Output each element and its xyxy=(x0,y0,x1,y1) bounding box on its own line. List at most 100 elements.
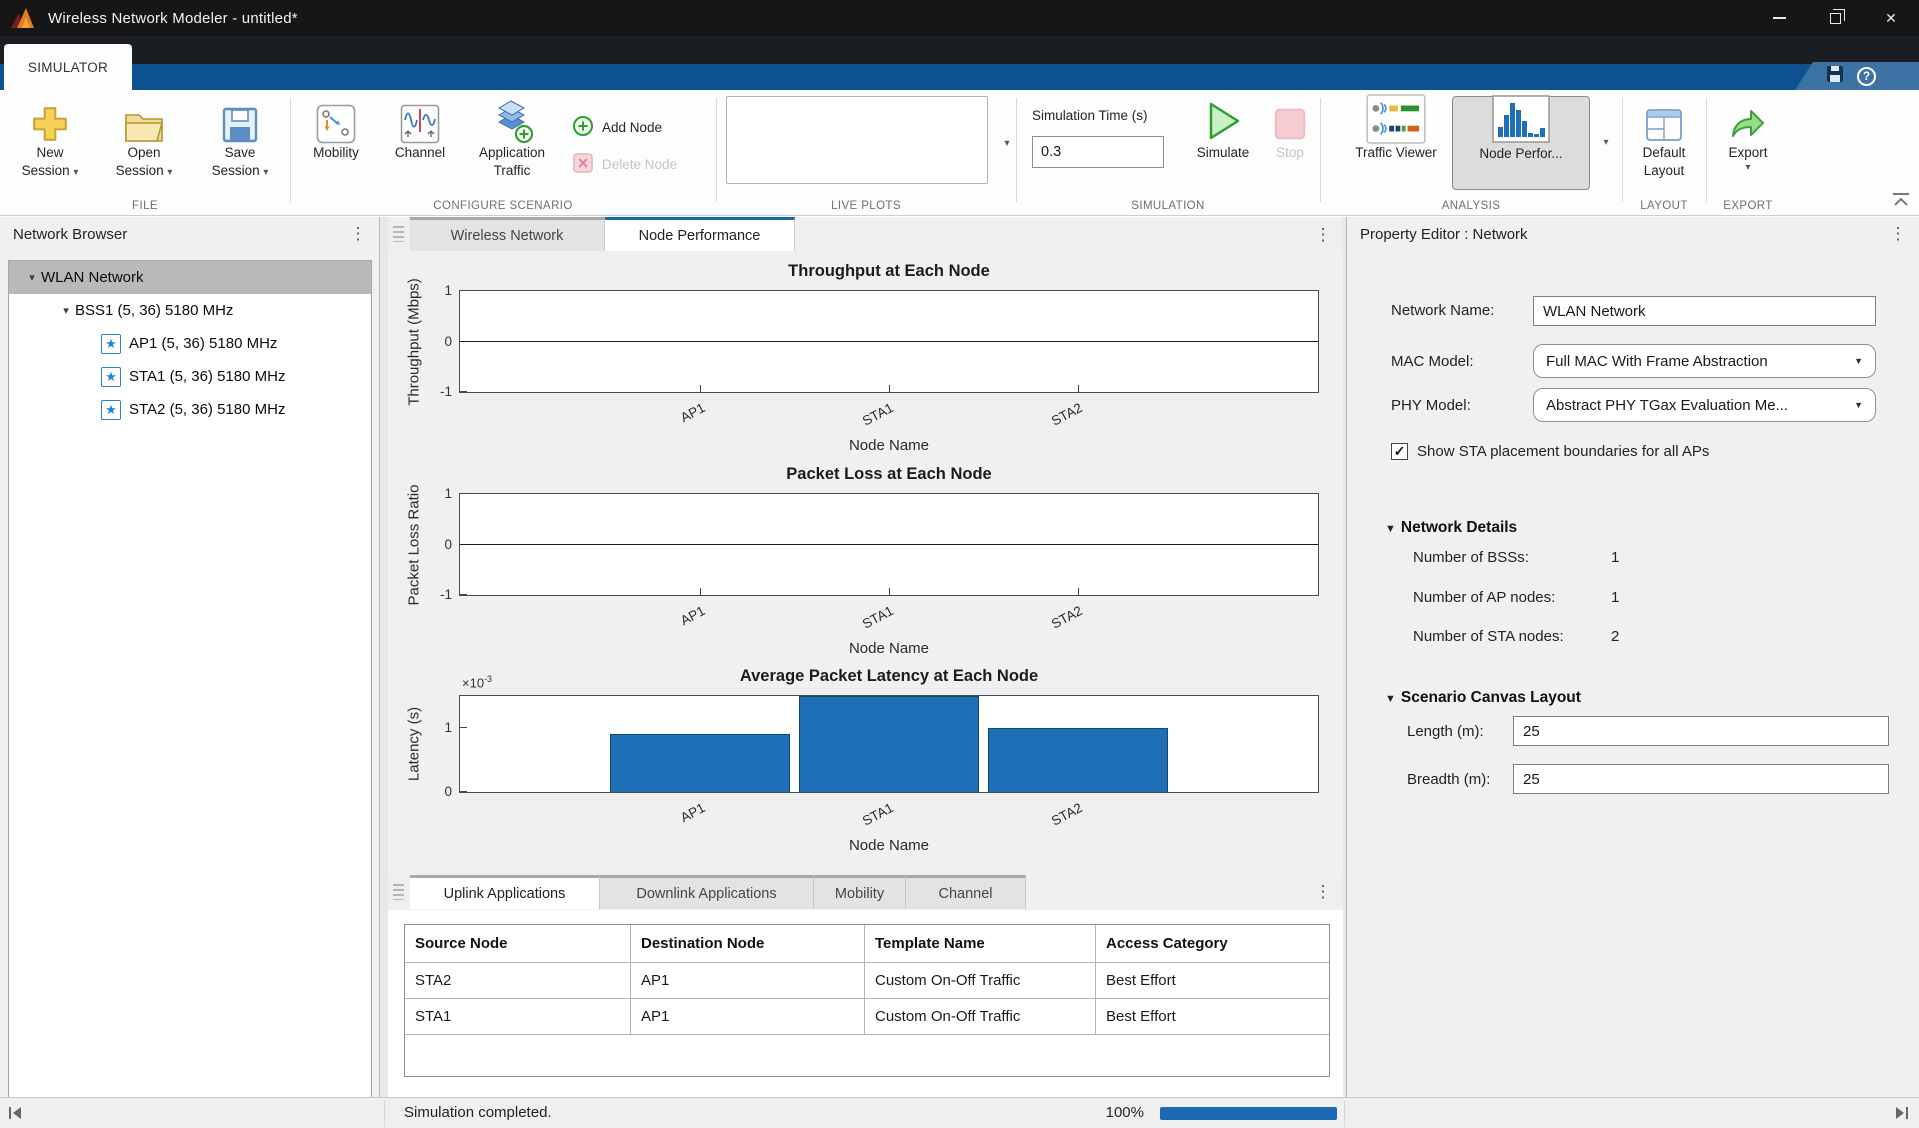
restore-button[interactable] xyxy=(1807,0,1863,36)
quick-access-toolbar: ? xyxy=(1795,62,1919,90)
property-editor-menu-icon[interactable]: ⋮ xyxy=(1889,224,1907,244)
x-tick-mark xyxy=(889,385,890,392)
new-session-icon xyxy=(30,96,70,144)
mobility-icon xyxy=(316,96,356,144)
network-name-label: Network Name: xyxy=(1391,302,1494,319)
chevron-down-icon: ▾ xyxy=(1745,162,1750,173)
simulate-button[interactable]: Simulate xyxy=(1188,96,1258,162)
mac-model-dropdown[interactable]: Full MAC With Frame Abstraction▼ xyxy=(1533,344,1876,378)
save-session-button[interactable]: Save Session ▾ xyxy=(198,96,282,182)
default-layout-button[interactable]: Default Layout xyxy=(1626,96,1702,180)
help-icon[interactable]: ? xyxy=(1857,67,1876,86)
bar-sta1[interactable] xyxy=(799,696,979,792)
length-input[interactable]: 25 xyxy=(1513,716,1889,746)
collapse-right-panel-icon[interactable] xyxy=(1893,1104,1911,1127)
tab-uplink-applications[interactable]: Uplink Applications xyxy=(410,875,600,909)
tree-item[interactable]: ▾BSS1 (5, 36) 5180 MHz xyxy=(9,294,371,327)
network-name-input[interactable]: WLAN Network xyxy=(1533,296,1876,326)
minimize-button[interactable] xyxy=(1751,0,1807,36)
application-traffic-icon xyxy=(489,96,535,144)
table-header-cell[interactable]: Access Category xyxy=(1096,925,1329,962)
tree-expander-icon[interactable]: ▾ xyxy=(57,304,75,317)
network-details-section-header[interactable]: ▼Network Details xyxy=(1385,519,1517,537)
delete-node-button[interactable]: Delete Node xyxy=(572,152,677,177)
chevron-down-icon: ▼ xyxy=(1854,400,1863,410)
show-sta-boundaries-checkbox[interactable]: ✓ xyxy=(1391,443,1408,460)
scenario-canvas-layout-section-header[interactable]: ▼Scenario Canvas Layout xyxy=(1385,689,1581,707)
tab-wireless-network[interactable]: Wireless Network xyxy=(410,217,605,251)
tab-channel[interactable]: Channel xyxy=(906,875,1026,909)
tab-mobility[interactable]: Mobility xyxy=(814,875,906,909)
export-button[interactable]: Export ▾ xyxy=(1710,96,1786,173)
x-tick-label: STA1 xyxy=(860,800,896,829)
table-header-cell[interactable]: Destination Node xyxy=(631,925,865,962)
mobility-button[interactable]: Mobility xyxy=(298,96,374,162)
ribbon-section-export: Export ▾ EXPORT xyxy=(1706,90,1790,216)
x-tick-label: STA2 xyxy=(1049,603,1085,632)
phy-model-dropdown[interactable]: Abstract PHY TGax Evaluation Me...▼ xyxy=(1533,388,1876,422)
network-details-value: 1 xyxy=(1611,589,1619,606)
live-plots-combobox[interactable] xyxy=(726,96,988,184)
node-performance-charts: Throughput at Each NodeThroughput (Mbps)… xyxy=(388,251,1343,875)
collapse-ribbon-button[interactable] xyxy=(1891,191,1911,209)
analysis-gallery-dropdown[interactable]: ▾ xyxy=(1594,96,1618,188)
delete-node-icon xyxy=(572,152,594,177)
minimize-icon xyxy=(1773,17,1786,19)
channel-button[interactable]: Channel xyxy=(382,96,458,162)
tree-item[interactable]: ★AP1 (5, 36) 5180 MHz xyxy=(9,327,371,360)
new-session-button[interactable]: New Session ▾ xyxy=(8,96,92,182)
chevron-down-icon: ▾ xyxy=(1603,137,1608,148)
drag-grip-icon[interactable] xyxy=(393,226,404,242)
bar-ap1[interactable] xyxy=(610,734,790,792)
wireless-network-modeler-window: Wireless Network Modeler - untitled* ✕ S… xyxy=(0,0,1919,1128)
property-editor-panel: Property Editor : Network ⋮ Network Name… xyxy=(1346,217,1919,1097)
open-session-button[interactable]: Open Session ▾ xyxy=(102,96,186,182)
mac-model-label: MAC Model: xyxy=(1391,353,1474,370)
bar-sta2[interactable] xyxy=(988,728,1168,792)
open-session-icon xyxy=(123,96,165,144)
table-header-cell[interactable]: Source Node xyxy=(405,925,631,962)
tab-node-performance[interactable]: Node Performance xyxy=(605,217,795,251)
tree-item[interactable]: ★STA2 (5, 36) 5180 MHz xyxy=(9,393,371,426)
network-browser-menu-icon[interactable]: ⋮ xyxy=(349,224,367,244)
drag-grip-icon[interactable] xyxy=(393,884,404,900)
applications-tabbar-menu-icon[interactable]: ⋮ xyxy=(1314,882,1332,902)
section-label-simulation: SIMULATION xyxy=(1016,200,1320,212)
traffic-viewer-button[interactable]: Traffic Viewer xyxy=(1348,96,1444,162)
stop-button[interactable]: Stop xyxy=(1264,96,1316,162)
live-plots-dropdown-button[interactable]: ▾ xyxy=(996,130,1018,156)
table-row[interactable]: STA2AP1Custom On-Off TrafficBest Effort xyxy=(405,963,1329,999)
breadth-input[interactable]: 25 xyxy=(1513,764,1889,794)
node-performance-button[interactable]: Node Perfor... xyxy=(1452,96,1590,190)
canvas-tabbar: Wireless NetworkNode Performance ⋮ xyxy=(388,217,1343,251)
collapse-left-panel-icon[interactable] xyxy=(6,1104,24,1127)
tree-item-label: WLAN Network xyxy=(41,269,144,286)
ribbon-section-analysis: Traffic Viewer Node Perfor... ▾ ANALYSIS xyxy=(1320,90,1622,216)
tree-item-label: STA1 (5, 36) 5180 MHz xyxy=(129,368,285,385)
x-tick-mark xyxy=(700,385,701,392)
table-header-row: Source NodeDestination NodeTemplate Name… xyxy=(405,925,1329,963)
section-label-file: FILE xyxy=(0,200,290,212)
network-details-label: Number of AP nodes: xyxy=(1413,589,1555,606)
close-button[interactable]: ✕ xyxy=(1863,0,1919,36)
x-tick-mark xyxy=(1078,385,1079,392)
simulation-time-input[interactable]: 0.3 xyxy=(1032,136,1164,168)
export-icon xyxy=(1727,96,1769,144)
x-tick-label: STA2 xyxy=(1049,400,1085,429)
add-node-icon xyxy=(572,115,594,140)
tab-downlink-applications[interactable]: Downlink Applications xyxy=(600,875,814,909)
canvas-tabbar-menu-icon[interactable]: ⋮ xyxy=(1314,225,1332,245)
tab-simulator[interactable]: SIMULATOR xyxy=(4,44,132,90)
table-empty-area xyxy=(405,1035,1329,1076)
table-row[interactable]: STA1AP1Custom On-Off TrafficBest Effort xyxy=(405,999,1329,1035)
x-tick-mark xyxy=(1078,588,1079,595)
table-header-cell[interactable]: Template Name xyxy=(865,925,1096,962)
add-node-button[interactable]: Add Node xyxy=(572,115,662,140)
application-traffic-button[interactable]: Application Traffic xyxy=(462,96,562,180)
uplink-applications-table[interactable]: Source NodeDestination NodeTemplate Name… xyxy=(404,924,1330,1077)
tree-item[interactable]: ▾WLAN Network xyxy=(9,261,371,294)
tree-item[interactable]: ★STA1 (5, 36) 5180 MHz xyxy=(9,360,371,393)
save-quick-icon[interactable] xyxy=(1825,64,1845,89)
tree-expander-icon[interactable]: ▾ xyxy=(23,271,41,284)
length-label: Length (m): xyxy=(1407,723,1484,740)
